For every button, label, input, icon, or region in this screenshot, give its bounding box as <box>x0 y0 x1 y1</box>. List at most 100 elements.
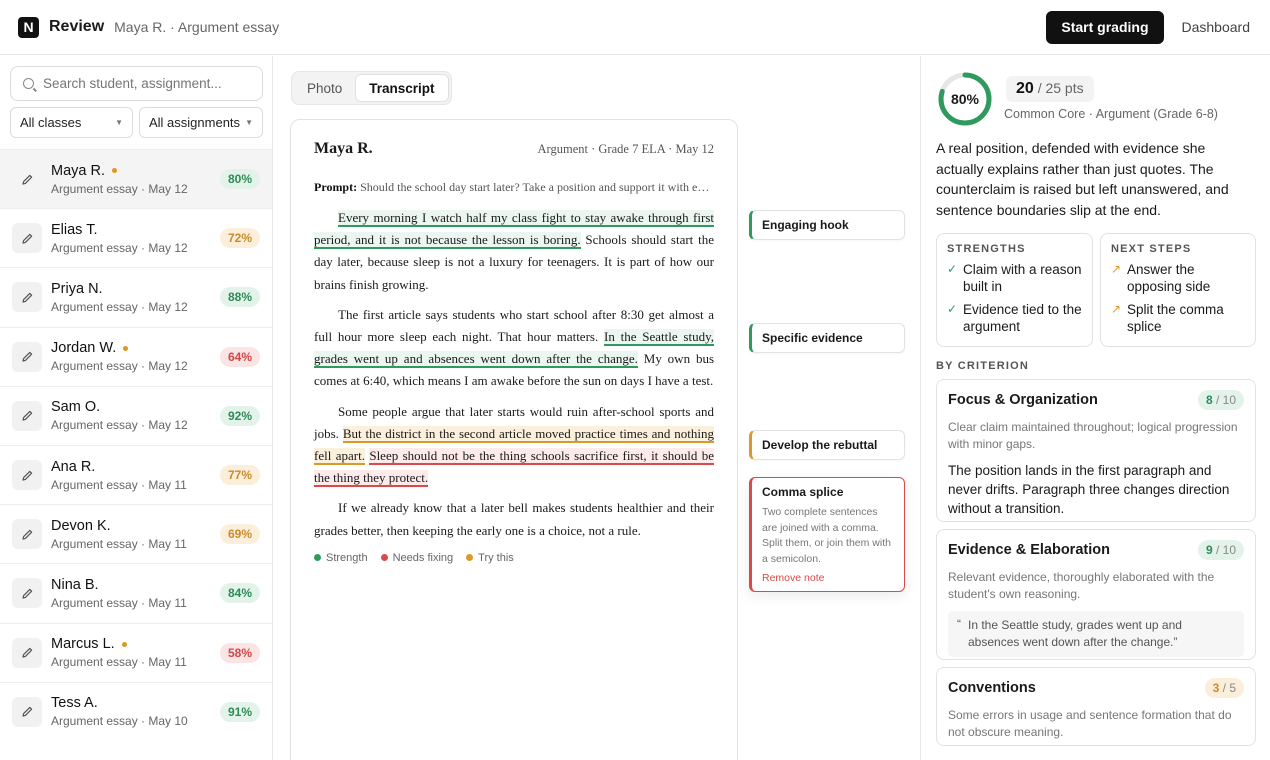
student-assignment: Argument essay · May 11 <box>51 477 187 492</box>
pencil-icon <box>12 637 42 668</box>
legend-label: Try this <box>478 551 514 564</box>
student-assignment: Argument essay · May 11 <box>51 595 187 610</box>
arrow-up-right-icon: ↗ <box>1111 302 1122 316</box>
arrow-up-right-icon: ↗ <box>1111 262 1122 276</box>
score-badge: 77% <box>219 465 260 486</box>
student-row[interactable]: Priya N. Argument essay · May 12 88% <box>0 267 272 326</box>
class-filter-value: All classes <box>20 115 82 130</box>
student-row[interactable]: Elias T. Argument essay · May 12 72% <box>0 208 272 267</box>
pencil-icon <box>12 519 42 550</box>
score-badge: 84% <box>219 583 260 604</box>
essay-paragraph: Every morning I watch half my class figh… <box>314 207 714 296</box>
highlighted-span[interactable]: Sleep should not be the thing schools sa… <box>314 448 715 488</box>
essay-paragraph: If we already know that a later bell mak… <box>314 497 714 541</box>
student-list: Maya R. Argument essay · May 12 80% Elias T… <box>0 149 272 741</box>
start-grading-button[interactable]: Start grading <box>1046 10 1164 44</box>
bullet-text: Split the comma splice <box>1127 302 1224 334</box>
search-box[interactable] <box>10 66 263 101</box>
student-row[interactable]: Nina B. Argument essay · May 11 84% <box>0 563 272 622</box>
note-title: Comma splice <box>762 485 844 499</box>
tab-transcript[interactable]: Transcript <box>355 74 449 102</box>
pencil-icon <box>12 696 42 727</box>
score-badge: 88% <box>219 287 260 308</box>
student-row[interactable]: Jordan W. Argument essay · May 12 64% <box>0 326 272 386</box>
pencil-icon <box>12 164 42 194</box>
flag-dot-icon <box>123 345 129 351</box>
pencil-icon <box>12 223 42 254</box>
student-row[interactable]: Devon K. Argument essay · May 11 69% <box>0 504 272 563</box>
bullet-item: ↗ Answer the opposing side <box>1111 261 1245 295</box>
pencil-icon <box>12 341 42 372</box>
student-row[interactable]: Marcus L. Argument essay · May 11 58% <box>0 622 272 682</box>
criterion-description: Relevant evidence, thoroughly elaborated… <box>948 570 1215 601</box>
criterion-score: 9 / 10 <box>1197 540 1244 560</box>
check-icon: ✓ <box>947 262 958 276</box>
quote-text: In the Seattle study, grades went up and… <box>968 618 1182 649</box>
strengths-box: STRENGTHS ✓ Claim with a reason built in ✓… <box>936 233 1093 347</box>
criterion-points: 9 <box>1205 543 1213 557</box>
grade-panel: 80% 20 / 25 pts Common Core · Argument (… <box>922 56 1270 760</box>
student-name: Marcus L. <box>51 636 115 653</box>
essay-span: If we already know that a later bell mak… <box>314 500 714 538</box>
score-percent: 80% <box>950 91 980 107</box>
criterion-points-total: / 5 <box>1222 681 1236 695</box>
note-title: Develop the rebuttal <box>762 438 878 452</box>
bullet-text: Answer the opposing side <box>1127 262 1211 294</box>
student-assignment: Argument essay · May 11 <box>51 655 187 670</box>
dashboard-link[interactable]: Dashboard <box>1182 19 1251 35</box>
criterion-card[interactable]: Focus & Organization 8 / 10 Clear claim … <box>936 379 1256 522</box>
legend-item: Strength <box>314 552 368 564</box>
prompt-label: Prompt: <box>314 180 358 194</box>
next-steps-title: NEXT STEPS <box>1111 243 1192 255</box>
points-earned: 20 <box>1016 80 1034 97</box>
note-comma-splice[interactable]: Comma splice Two complete sentences are … <box>749 477 905 592</box>
student-name: Maya R. <box>51 162 105 179</box>
score-badge: 64% <box>219 346 260 367</box>
student-sidebar: All classes ▼ All assignments ▼ Maya R. A… <box>0 56 273 760</box>
submission-viewer: Photo Transcript Maya R. Argument · Grad… <box>274 56 921 760</box>
criterion-points: 3 <box>1212 681 1220 695</box>
pencil-icon <box>12 400 42 431</box>
score-badge: 92% <box>219 405 260 426</box>
points-badge: 20 / 25 pts <box>1006 76 1094 102</box>
criterion-points-total: / 10 <box>1215 393 1236 407</box>
chevron-down-icon: ▼ <box>245 118 253 127</box>
remove-note-link[interactable]: Remove note <box>762 572 894 584</box>
view-tabs: Photo Transcript <box>291 71 452 105</box>
note-engaging-hook[interactable]: Engaging hook <box>749 210 905 240</box>
essay-paragraph: The first article says students who star… <box>314 304 714 393</box>
note-specific-evidence[interactable]: Specific evidence <box>749 323 905 353</box>
class-filter-select[interactable]: All classes ▼ <box>10 107 133 138</box>
rubric-standard: Common Core · Argument (Grade 6-8) <box>1004 107 1218 121</box>
student-name: Elias T. <box>51 221 98 238</box>
criterion-feedback: The position lands in the first paragrap… <box>948 463 1230 516</box>
legend-item: Try this <box>466 552 514 564</box>
criterion-card[interactable]: Conventions 3 / 5 Some errors in usage a… <box>936 667 1256 746</box>
search-input[interactable] <box>43 76 243 91</box>
criterion-title: Focus & Organization <box>948 392 1098 408</box>
student-assignment: Argument essay · May 12 <box>51 418 188 433</box>
student-row[interactable]: Sam O. Argument essay · May 12 92% <box>0 385 272 445</box>
student-name: Sam O. <box>51 399 101 416</box>
student-assignment: Argument essay · May 10 <box>51 714 188 729</box>
assignment-filter-select[interactable]: All assignments ▼ <box>139 107 263 138</box>
student-row[interactable]: Ana R. Argument essay · May 11 77% <box>0 444 272 504</box>
student-row[interactable]: Maya R. Argument essay · May 12 80% <box>0 149 272 209</box>
student-assignment: Argument essay · May 12 <box>51 299 188 314</box>
tab-photo[interactable]: Photo <box>294 74 355 102</box>
student-row[interactable]: Tess A. Argument essay · May 10 91% <box>0 681 272 741</box>
criterion-card[interactable]: Evidence & Elaboration 9 / 10 Relevant e… <box>936 529 1256 660</box>
bullet-text: Claim with a reason built in <box>963 262 1082 294</box>
essay-meta: Argument · Grade 7 ELA · May 12 <box>537 142 714 156</box>
note-title: Engaging hook <box>762 218 849 232</box>
criterion-points-total: / 10 <box>1215 543 1236 557</box>
app-logo[interactable]: N <box>18 16 39 38</box>
score-badge: 91% <box>219 701 260 722</box>
legend-dot-icon <box>380 553 388 561</box>
feedback-summary: A real position, defended with evidence … <box>936 140 1229 218</box>
bullet-item: ↗ Split the comma splice <box>1111 301 1245 335</box>
student-name: Ana R. <box>51 458 96 475</box>
note-develop-rebuttal[interactable]: Develop the rebuttal <box>749 430 905 460</box>
essay-paragraph: Some people argue that later starts woul… <box>314 401 715 490</box>
pencil-icon <box>12 578 42 609</box>
